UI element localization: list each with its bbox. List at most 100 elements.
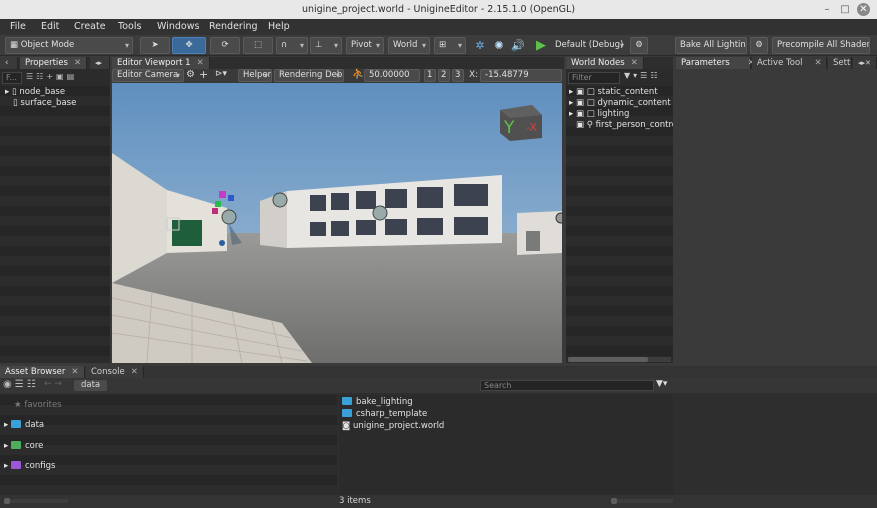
world-nodes-hscroll[interactable] (568, 357, 671, 362)
list-item[interactable]: ▸ core (4, 441, 43, 452)
selection-filter-icon[interactable]: ⊳▾ (215, 69, 227, 79)
path-breadcrumb[interactable]: data (74, 380, 108, 391)
list-item[interactable]: ▯ surface_base (13, 98, 76, 109)
asset-search[interactable]: Search (480, 380, 654, 391)
menu-create[interactable]: Create (74, 21, 106, 32)
slider-handle[interactable] (611, 498, 617, 504)
expand-arrow-icon[interactable]: ▸ (569, 109, 576, 119)
close-icon[interactable]: ✕ (631, 58, 638, 68)
properties-toolbar-icons[interactable]: ☰☷+▣▤ (26, 72, 77, 81)
list-item[interactable]: ▸ ▯ node_base (5, 87, 65, 98)
camera-select[interactable]: Editor Camera (112, 69, 184, 82)
close-icon[interactable]: ✕ (131, 367, 138, 377)
menu-windows[interactable]: Windows (157, 21, 199, 32)
expand-arrow-icon[interactable]: ▸ (5, 87, 12, 97)
filter-icon[interactable]: ▼▾ (656, 379, 667, 389)
list-item[interactable]: ▸ ▣ □ lighting (569, 109, 629, 120)
helpers-select[interactable]: Helpers (238, 69, 272, 82)
list-item[interactable]: ▸ data (4, 420, 44, 431)
tab-world-nodes[interactable]: World Nodes ✕ (566, 57, 644, 69)
tab-parameters[interactable]: Parameters✕ (676, 57, 755, 69)
expand-arrow-icon[interactable]: ▸ (4, 441, 11, 451)
camera-speed-field[interactable]: 50.00000 (364, 69, 420, 82)
settings-gear-blue-icon[interactable]: ✺ (490, 38, 508, 53)
rotate-tool-button[interactable]: ⟳ (210, 37, 240, 54)
expand-arrow-icon[interactable]: ▸ (4, 420, 11, 430)
visibility-checkbox[interactable]: ▣ (576, 109, 587, 119)
expand-arrow-icon[interactable]: ▸ (569, 98, 576, 108)
tab-properties[interactable]: Properties ✕ (20, 57, 88, 69)
list-item[interactable]: ◙ unigine_project.world (342, 421, 444, 432)
placement-select[interactable]: ⊥ (310, 37, 342, 54)
rendering-debug-select[interactable]: Rendering Debug (274, 69, 344, 82)
gizmo-y-label[interactable]: Y (503, 118, 515, 138)
menu-tools[interactable]: Tools (118, 21, 141, 32)
list-item[interactable]: ▸ ▣ □ static_content (569, 87, 658, 98)
scroll-thumb[interactable] (568, 357, 648, 362)
add-icon[interactable]: + (199, 68, 208, 81)
list-item[interactable]: csharp_template (342, 409, 427, 420)
visibility-checkbox[interactable]: ▣ (576, 120, 587, 130)
visibility-checkbox[interactable]: ▣ (576, 98, 587, 108)
tab-editor-viewport[interactable]: Editor Viewport 1 ✕ (112, 57, 210, 69)
tab-asset-browser[interactable]: Asset Browser ✕ (0, 366, 85, 378)
grid-select[interactable]: ⊞ (434, 37, 466, 54)
slider-handle[interactable] (4, 498, 10, 504)
space-select[interactable]: World (388, 37, 430, 54)
tab-settings[interactable]: Settings (828, 57, 852, 69)
tree-zoom-slider[interactable] (4, 498, 68, 504)
close-icon[interactable]: ✕ (815, 58, 822, 68)
list-item[interactable]: ▸ ▣ ⚲ first_person_controller (569, 120, 673, 131)
run-settings-button[interactable]: ⚙ (630, 37, 648, 54)
speed-preset-2[interactable]: 2 (438, 69, 450, 82)
list-item[interactable]: bake_lighting (342, 397, 413, 408)
world-nodes-filter[interactable]: Filter (568, 72, 620, 84)
select-tool-button[interactable]: ➤ (140, 37, 170, 54)
speed-preset-3[interactable]: 3 (452, 69, 464, 82)
asset-toolbar-icons[interactable]: ◉☰☷ (3, 379, 39, 390)
camera-settings-icon[interactable]: ⚙ (186, 69, 195, 80)
object-mode-select[interactable]: ▦ Object Mode (5, 37, 133, 54)
menu-help[interactable]: Help (268, 21, 290, 32)
minimize-icon[interactable]: – (820, 3, 834, 16)
expand-arrow-icon[interactable]: ▸ (569, 87, 576, 97)
close-icon[interactable]: ✕ (197, 58, 204, 68)
viewport-canvas[interactable]: Y -X (112, 83, 562, 363)
physics-icon[interactable]: ✲ (471, 38, 489, 53)
sound-icon[interactable]: 🔊 (509, 38, 527, 53)
list-item[interactable]: ★ favorites (14, 400, 62, 411)
tab-hidden[interactable]: ‹ (0, 57, 18, 69)
tab-scroll-arrows[interactable]: ◂▸✕ (853, 57, 877, 69)
x-coord-field[interactable]: -15.48779 (480, 69, 562, 82)
speed-preset-1[interactable]: 1 (424, 69, 436, 82)
bake-settings-button[interactable]: ⚙ (750, 37, 768, 54)
menu-edit[interactable]: Edit (41, 21, 59, 32)
expand-arrow-icon[interactable]: ▸ (4, 461, 11, 471)
run-preset-select[interactable]: Default (Debug) (550, 37, 628, 54)
pivot-select[interactable]: Pivot (346, 37, 384, 54)
gizmo-x-label[interactable]: -X (526, 121, 537, 134)
snap-select[interactable]: ∩ (276, 37, 308, 54)
precompile-shaders-button[interactable]: Precompile All Shaders (772, 37, 870, 54)
menu-file[interactable]: File (10, 21, 26, 32)
file-zoom-slider[interactable] (611, 498, 673, 504)
world-nodes-toolbar-icons[interactable]: ▼▾☰☷ (624, 71, 661, 80)
close-icon[interactable]: ✕ (74, 58, 81, 68)
tab-scroll-arrows[interactable]: ◂▸ (90, 57, 110, 69)
world-nodes-tabbar: World Nodes ✕ (566, 57, 673, 69)
close-icon[interactable]: ✕ (71, 367, 78, 377)
menu-rendering[interactable]: Rendering (209, 21, 258, 32)
maximize-icon[interactable]: □ (838, 3, 852, 16)
visibility-checkbox[interactable]: ▣ (576, 87, 587, 97)
close-icon[interactable]: ✕ (857, 3, 870, 16)
move-tool-button[interactable]: ✥ (172, 37, 206, 54)
list-item[interactable]: ▸ ▣ □ dynamic_content (569, 98, 671, 109)
play-icon[interactable]: ▶ (532, 38, 550, 53)
list-item[interactable]: ▸ configs (4, 461, 55, 472)
bake-all-lighting-button[interactable]: Bake All Lighting (675, 37, 747, 54)
tab-console[interactable]: Console ✕ (86, 366, 144, 378)
history-arrows-icon[interactable]: ← → (44, 379, 62, 389)
tab-active-tool[interactable]: Active Tool ✕ (752, 57, 827, 69)
properties-search[interactable]: F... (2, 72, 22, 84)
scale-tool-button[interactable]: ⬚ (243, 37, 273, 54)
